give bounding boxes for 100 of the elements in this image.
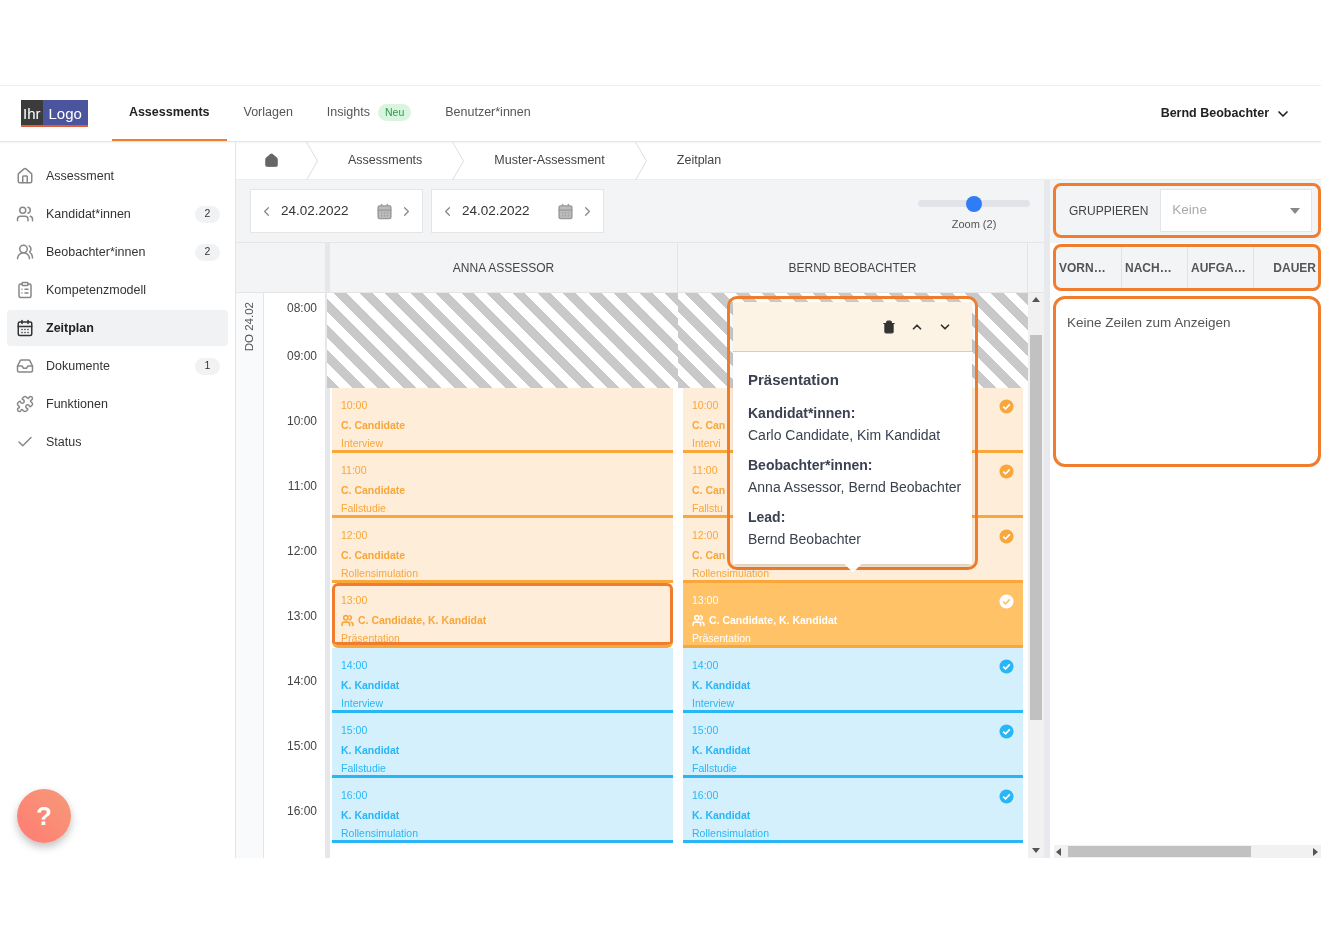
puzzle-icon xyxy=(16,395,34,413)
event-title: C. Can xyxy=(692,418,726,433)
event-time: 16:00 xyxy=(692,788,719,803)
event-time: 14:00 xyxy=(341,658,368,673)
group-icon xyxy=(16,243,34,261)
event-subtitle: Rollensimulation xyxy=(341,826,419,840)
breadcrumb-link[interactable]: Assessments xyxy=(318,151,453,170)
event-title: K. Kandidat xyxy=(692,678,751,693)
column-header[interactable]: DAUER xyxy=(1254,247,1318,288)
delete-icon[interactable] xyxy=(882,319,896,334)
dropdown-caret-icon xyxy=(1290,207,1301,214)
date-picker[interactable]: 24.02.2022 xyxy=(431,189,604,233)
nav-tab[interactable]: Insights Neu xyxy=(309,86,429,141)
logo-part: Ihr xyxy=(21,100,43,125)
event-subtitle: Präsentation xyxy=(341,631,400,645)
hour-label: 08:00 xyxy=(286,300,317,317)
event-time: 10:00 xyxy=(341,398,368,413)
sidebar-item[interactable]: Dokumente 1 xyxy=(7,348,228,384)
event-subtitle: Interview xyxy=(692,696,734,710)
event-title: C. Candidate, K. Kandidat xyxy=(709,613,838,628)
nav-tab[interactable]: Benutzer*innen xyxy=(428,86,548,141)
day-label: DO 24.02 xyxy=(241,302,256,352)
zoom-label: Zoom (2) xyxy=(951,216,997,232)
event-subtitle: Fallstudie xyxy=(341,501,386,515)
nav-tab[interactable]: Assessments xyxy=(111,86,227,141)
popover-label: Kandidat*innen: xyxy=(748,403,856,423)
event-time: 11:00 xyxy=(341,463,367,478)
sidebar-item[interactable]: Beobachter*innen 2 xyxy=(7,234,228,270)
sidebar-item[interactable]: Funktionen xyxy=(7,386,228,422)
check-badge-icon xyxy=(999,464,1014,479)
sidebar-item[interactable]: Kompetenzmodell xyxy=(7,272,228,308)
column-header[interactable]: AUFGA… xyxy=(1188,247,1254,288)
event-subtitle: Intervi xyxy=(692,436,721,450)
event-title: C. Candidate xyxy=(341,483,406,498)
check-badge-icon xyxy=(999,529,1014,544)
calendar-icon[interactable] xyxy=(376,202,393,220)
popover-value: Carlo Candidate, Kim Kandidat xyxy=(748,425,941,445)
group-icon xyxy=(341,614,354,627)
hour-label: 09:00 xyxy=(286,348,317,365)
event-title: C. Can xyxy=(692,483,726,498)
event-time: 15:00 xyxy=(341,723,368,738)
slider-thumb[interactable] xyxy=(966,195,982,212)
event-subtitle: Rollensimulation xyxy=(692,566,770,580)
hour-label: 14:00 xyxy=(286,672,317,690)
check-badge-icon xyxy=(999,399,1014,414)
sidebar-item[interactable]: Zeitplan xyxy=(7,310,228,346)
event-time: 15:00 xyxy=(692,723,719,738)
popover-value: Anna Assessor, Bernd Beobachter xyxy=(748,477,962,497)
sidebar-item[interactable]: Assessment xyxy=(7,158,228,194)
event-subtitle: Fallstudie xyxy=(341,761,386,775)
hour-label: 10:00 xyxy=(286,412,317,430)
count-badge: 2 xyxy=(195,205,220,223)
sidebar-item[interactable]: Status xyxy=(7,424,228,460)
date-picker[interactable]: 24.02.2022 xyxy=(250,189,423,233)
calendar-icon[interactable] xyxy=(557,202,574,220)
nav-tab[interactable]: Vorlagen xyxy=(226,86,310,141)
event-subtitle: Präsentation xyxy=(692,631,751,645)
check-badge-icon xyxy=(999,724,1014,739)
horizontal-scrollbar[interactable] xyxy=(1054,845,1321,858)
event-time: 11:00 xyxy=(692,463,718,478)
home-icon[interactable] xyxy=(263,153,279,168)
popover-label: Beobachter*innen: xyxy=(748,455,873,475)
breadcrumb-link[interactable]: Muster-Assessment xyxy=(464,151,635,170)
popover-value: Bernd Beobachter xyxy=(748,529,861,549)
vertical-scrollbar[interactable] xyxy=(1028,293,1044,858)
count-badge: 1 xyxy=(195,357,220,375)
breadcrumb-link[interactable]: Zeitplan xyxy=(646,151,752,170)
home-icon xyxy=(16,167,34,185)
event-title: C. Can xyxy=(692,548,726,563)
new-badge: Neu xyxy=(377,103,412,122)
event-time: 12:00 xyxy=(692,528,719,543)
event-time: 12:00 xyxy=(341,528,368,543)
event-title: K. Kandidat xyxy=(341,808,400,823)
column-header: ANNA ASSESSOR xyxy=(330,243,678,292)
sidebar-item[interactable]: Kandidat*innen 2 xyxy=(7,196,228,232)
count-badge: 2 xyxy=(195,243,220,261)
hour-label: 13:00 xyxy=(286,607,317,625)
logo[interactable]: Ihr Logo xyxy=(21,100,88,127)
hour-label: 12:00 xyxy=(286,542,317,560)
event-title: K. Kandidat xyxy=(692,808,751,823)
event-subtitle: Rollensimulation xyxy=(341,566,419,580)
event-title: K. Kandidat xyxy=(692,743,751,758)
zoom-slider[interactable] xyxy=(918,195,1030,212)
column-header[interactable]: VORN… xyxy=(1056,247,1122,288)
event-title: C. Candidate xyxy=(341,418,406,433)
event-subtitle: Interview xyxy=(341,436,383,450)
column-header[interactable]: NACH… xyxy=(1122,247,1188,288)
event-subtitle: Fallstudie xyxy=(692,761,737,775)
event-time: 13:00 xyxy=(692,593,719,608)
group-icon xyxy=(692,614,705,627)
user-menu[interactable]: Bernd Beobachter xyxy=(1160,104,1291,123)
empty-message: Keine Zeilen zum Anzeigen xyxy=(1067,315,1231,330)
event-title: K. Kandidat xyxy=(341,743,400,758)
calendar-icon xyxy=(16,319,34,337)
event-title: C. Candidate xyxy=(341,548,406,563)
check-badge-icon xyxy=(999,659,1014,674)
column-header: BERND BEOBACHTER xyxy=(678,243,1028,292)
event-time: 14:00 xyxy=(692,658,719,673)
grouping-label: GRUPPIEREN xyxy=(1069,202,1149,220)
hour-label: 15:00 xyxy=(286,737,317,755)
